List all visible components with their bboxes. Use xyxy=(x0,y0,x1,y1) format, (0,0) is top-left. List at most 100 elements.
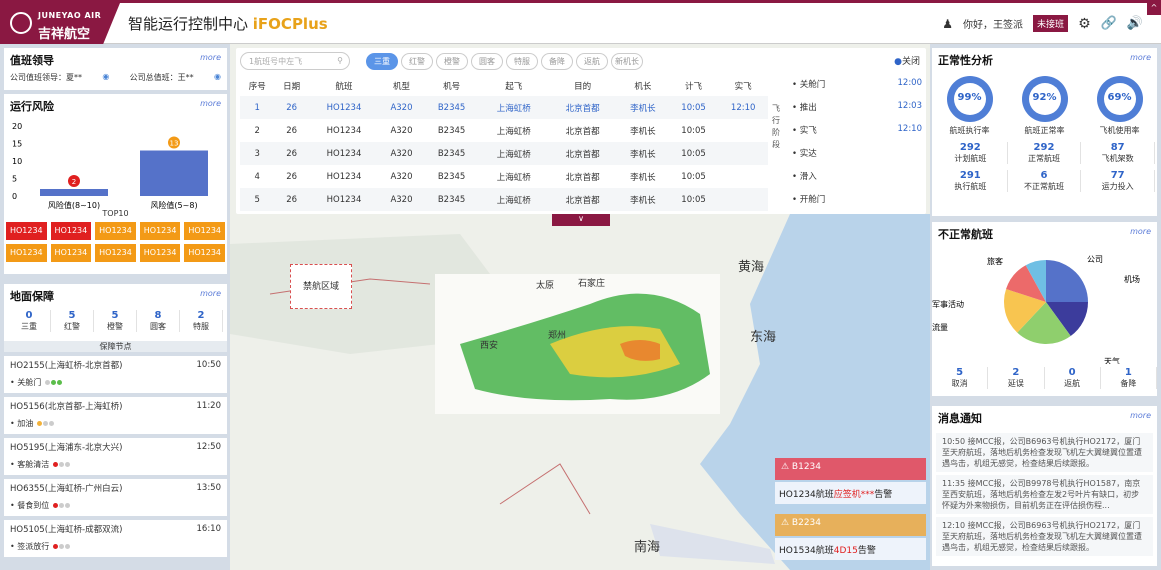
column-header[interactable]: 机号 xyxy=(424,76,480,96)
abnormal-stat[interactable]: 1 备降 xyxy=(1101,367,1157,389)
normality-stat[interactable]: 87 飞机架数 xyxy=(1081,142,1155,164)
ground-node-item[interactable]: HO5156(北京首都-上海虹桥) 11:20 • 加油 xyxy=(4,397,227,434)
filter-tag[interactable]: 红警 xyxy=(401,53,433,70)
abnormal-stat[interactable]: 5 取消 xyxy=(932,367,989,389)
normality-stat[interactable]: 291 执行航班 xyxy=(934,170,1008,192)
column-header[interactable]: 起飞 xyxy=(479,76,548,96)
ground-stat[interactable]: 0 三重 xyxy=(8,310,51,332)
alert-body[interactable]: HO1534航班4D15告警 xyxy=(775,538,926,560)
top10-flight[interactable]: HO1234 xyxy=(50,222,92,240)
normality-more-link[interactable]: more xyxy=(1130,53,1151,62)
normality-stat[interactable]: 6 不正常航班 xyxy=(1008,170,1082,192)
column-header[interactable]: 序号 xyxy=(240,76,274,96)
filter-tag[interactable]: 橙警 xyxy=(436,53,468,70)
filter-tag[interactable]: 备降 xyxy=(541,53,573,70)
news-item[interactable]: 10:50 接MCC报，公司B6963号机执行HO2172，厦门至天府航班，落地… xyxy=(936,433,1153,472)
phase-step[interactable]: • 开舱门 xyxy=(792,193,922,216)
chat-icon[interactable]: ◉ xyxy=(102,72,109,83)
collapse-corner-icon[interactable]: ^ xyxy=(1147,3,1161,15)
top10-flight[interactable]: HO1234 xyxy=(6,222,47,240)
gauge-ring: 69% xyxy=(1096,76,1143,122)
normality-stat[interactable]: 292 正常航班 xyxy=(1008,142,1082,164)
collapse-table-tab[interactable]: ∨ xyxy=(552,214,610,226)
filter-tag[interactable]: 特服 xyxy=(506,53,538,70)
top10-flight[interactable]: HO1234 xyxy=(50,244,92,262)
node-status: • 签派放行 xyxy=(10,541,221,552)
risk-bar[interactable] xyxy=(40,189,108,196)
table-cell: 3 xyxy=(240,142,275,165)
flight-search-input[interactable]: 1航班号中左飞 ⚲ xyxy=(240,52,350,70)
top10-flight[interactable]: HO1234 xyxy=(139,244,181,262)
ground-stat[interactable]: 8 圆客 xyxy=(137,310,180,332)
top10-flight[interactable]: HO1234 xyxy=(184,222,225,240)
ground-more-link[interactable]: more xyxy=(200,289,221,298)
shift-badge[interactable]: 未接班 xyxy=(1033,15,1069,32)
filter-tag[interactable]: 新机长 xyxy=(611,53,643,70)
filter-tag[interactable]: 三重 xyxy=(366,53,398,70)
alert-header[interactable]: ⚠ B1234 xyxy=(775,458,926,480)
gauge-item[interactable]: 69% 飞机使用率 xyxy=(1085,76,1155,136)
ground-node-item[interactable]: HO5105(上海虹桥-成都双流) 16:10 • 签派放行 xyxy=(4,520,227,557)
news-item[interactable]: 12:10 接MCC报，公司B6963号机执行HO2172，厦门至天府航班，落地… xyxy=(936,517,1153,556)
column-header[interactable]: 计飞 xyxy=(669,76,719,96)
risk-bar[interactable] xyxy=(140,150,208,197)
news-item[interactable]: 11:35 接MCC报，公司B9978号机执行HO1587，南京至西安航班，落地… xyxy=(936,475,1153,514)
volume-icon[interactable]: 🔊 xyxy=(1127,16,1143,31)
brand-logo: JUNEYAO AIR 吉祥航空 xyxy=(0,3,120,44)
gauge-item[interactable]: 99% 航班执行率 xyxy=(935,76,1005,136)
alert-body[interactable]: HO1234航班应签机***告警 xyxy=(775,482,926,504)
pie-slice[interactable] xyxy=(1046,260,1088,302)
abnormal-more-link[interactable]: more xyxy=(1130,227,1151,236)
phase-step[interactable]: • 推出 12:03 xyxy=(792,101,922,124)
column-header[interactable]: 目的 xyxy=(548,76,617,96)
news-title: 消息通知 xyxy=(938,412,982,425)
table-row[interactable]: 4 26 HO1234 A320 B2345 上海虹桥 北京首都 李机长 10:05 xyxy=(240,165,768,188)
duty-row: 公司值班领导：夏** ◉ 公司总值班：王** ◉ xyxy=(4,72,227,83)
top10-flight[interactable]: HO1234 xyxy=(95,222,136,240)
filter-tag[interactable]: 返航 xyxy=(576,53,608,70)
top10-flight[interactable]: HO1234 xyxy=(6,244,47,262)
link-icon[interactable]: 🔗 xyxy=(1101,16,1117,31)
node-flight: HO5105(上海虹桥-成都双流) xyxy=(10,525,123,535)
news-more-link[interactable]: more xyxy=(1130,411,1151,420)
gauge-value: 99% xyxy=(957,92,982,103)
table-row[interactable]: 1 26 HO1234 A320 B2345 上海虹桥 北京首都 李机长 10:05 12:10 xyxy=(240,96,768,119)
close-map-filter[interactable]: ●关闭 xyxy=(894,54,920,67)
phase-step[interactable]: • 关舱门 12:00 xyxy=(792,78,922,101)
column-header[interactable]: 机型 xyxy=(379,76,424,96)
table-cell: 26 xyxy=(286,125,298,136)
ground-stat[interactable]: 5 橙警 xyxy=(94,310,137,332)
ground-stat[interactable]: 2 特服 xyxy=(180,310,223,332)
no-fly-zone[interactable]: 禁航区域 xyxy=(290,264,352,309)
ground-node-item[interactable]: HO2155(上海虹桥-北京首都) 10:50 • 关舱门 xyxy=(4,356,227,393)
ground-node-item[interactable]: HO6355(上海虹桥-广州白云) 13:50 • 餐食到位 xyxy=(4,479,227,516)
risk-more-link[interactable]: more xyxy=(200,99,221,108)
ground-stat[interactable]: 5 红警 xyxy=(51,310,94,332)
table-row[interactable]: 3 26 HO1234 A320 B2345 上海虹桥 北京首都 李机长 10:05 xyxy=(240,142,768,165)
table-row[interactable]: 2 26 HO1234 A320 B2345 上海虹桥 北京首都 李机长 10:05 xyxy=(240,119,768,142)
abnormal-stat[interactable]: 2 延误 xyxy=(988,367,1045,389)
phase-step[interactable]: • 滑入 xyxy=(792,170,922,193)
stat-value: 292 xyxy=(959,142,981,153)
filter-tag[interactable]: 圆客 xyxy=(471,53,503,70)
top10-flight[interactable]: HO1234 xyxy=(95,244,136,262)
column-header[interactable]: 航班 xyxy=(309,76,379,96)
chat-icon[interactable]: ◉ xyxy=(214,72,221,83)
top10-flight[interactable]: HO1234 xyxy=(139,222,181,240)
column-header[interactable]: 日期 xyxy=(274,76,308,96)
ground-node-item[interactable]: HO5195(上海浦东-北京大兴) 12:50 • 客舱清洁 xyxy=(4,438,227,475)
phase-step[interactable]: • 实达 xyxy=(792,147,922,170)
gauge-item[interactable]: 92% 航班正常率 xyxy=(1010,76,1080,136)
phase-step[interactable]: • 实飞 12:10 xyxy=(792,124,922,147)
settings-gear-icon[interactable]: ⚙ xyxy=(1078,16,1091,32)
column-header[interactable]: 机长 xyxy=(617,76,669,96)
user-greeting[interactable]: 你好，王签派 xyxy=(963,16,1023,31)
alert-header[interactable]: ⚠ B2234 xyxy=(775,514,926,536)
duty-more-link[interactable]: more xyxy=(200,53,221,62)
column-header[interactable]: 实飞 xyxy=(718,76,768,96)
abnormal-stat[interactable]: 0 返航 xyxy=(1045,367,1101,389)
normality-stat[interactable]: 292 计划航班 xyxy=(934,142,1008,164)
normality-stat[interactable]: 77 运力投入 xyxy=(1081,170,1155,192)
table-row[interactable]: 5 26 HO1234 A320 B2345 上海虹桥 北京首都 李机长 10:05 xyxy=(240,188,768,211)
top10-flight[interactable]: HO1234 xyxy=(184,244,225,262)
